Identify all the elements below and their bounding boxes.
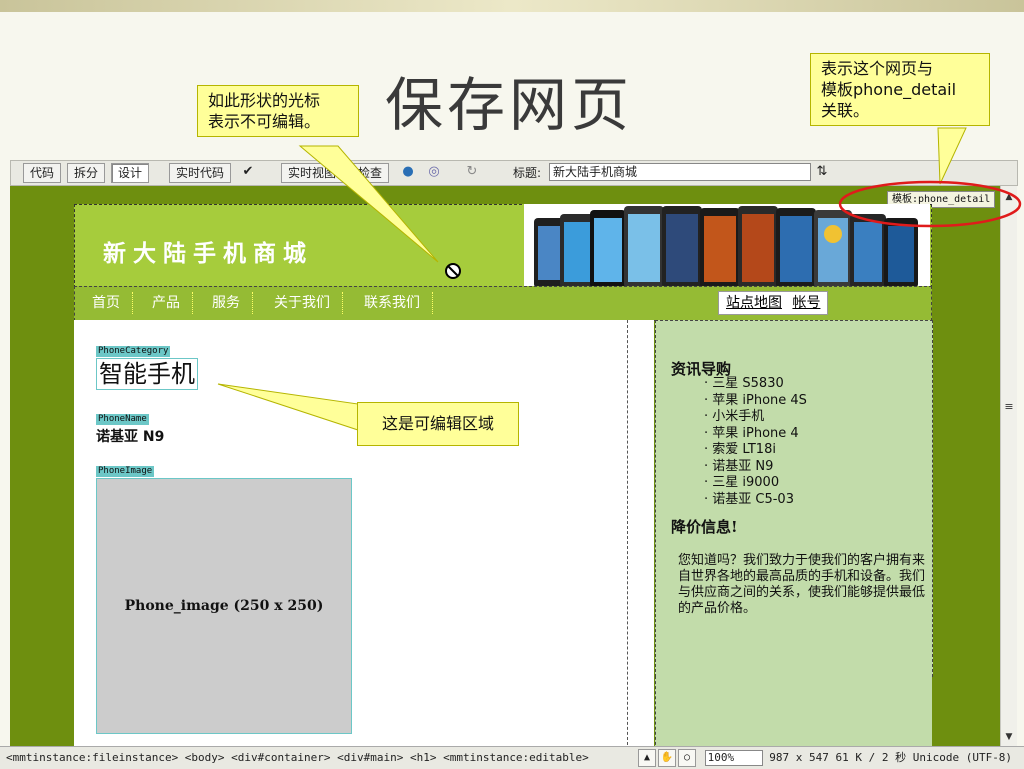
news-item[interactable]: 诺基亚 N9 bbox=[704, 459, 807, 476]
category-heading[interactable]: 智能手机 bbox=[96, 358, 198, 390]
nav-item-home[interactable]: 首页 bbox=[80, 292, 133, 314]
news-item[interactable]: 索爱 LT18i bbox=[704, 442, 807, 459]
price-text: 您知道吗？我们致力于使我们的客户拥有来自世界各地的最高品质的手机和设备。我们与供… bbox=[678, 553, 926, 616]
pointer-tool-icon[interactable]: ▲ bbox=[638, 749, 656, 767]
news-item[interactable]: 小米手机 bbox=[704, 409, 807, 426]
tag-selector[interactable]: <mmtinstance:fileinstance> <body> <div#c… bbox=[6, 751, 589, 764]
sidebar-lower bbox=[655, 676, 932, 750]
not-allowed-cursor-icon bbox=[445, 263, 461, 279]
encoding: Unicode (UTF-8) bbox=[912, 751, 1013, 764]
region-tag-image: PhoneImage bbox=[96, 466, 155, 477]
inspect-button[interactable]: 检查 bbox=[351, 163, 390, 183]
price-heading: 降价信息! bbox=[671, 518, 738, 536]
region-tag-category: PhoneCategory bbox=[96, 346, 171, 357]
split-view-button[interactable]: 拆分 bbox=[67, 163, 106, 183]
nav-utility-links: 站点地图 帐号 bbox=[718, 291, 829, 315]
callout-editable: 这是可编辑区域 bbox=[357, 402, 519, 446]
status-tools: ▲ ✋ ○ 100% 987 x 547 61 K / 2 秒 Unicode (U… bbox=[638, 749, 1012, 767]
hand-tool-icon[interactable]: ✋ bbox=[658, 749, 676, 767]
window-size[interactable]: 987 x 547 bbox=[769, 751, 829, 764]
site-logo: 新大陆手机商城 bbox=[103, 240, 313, 267]
callout-template: 表示这个网页与 模板phone_detail 关联。 bbox=[810, 53, 990, 126]
design-view-button[interactable]: 设计 bbox=[111, 163, 150, 183]
phones-banner bbox=[524, 204, 930, 286]
title-input[interactable]: 新大陆手机商城 bbox=[549, 163, 811, 181]
file-size: 61 K / 2 秒 bbox=[835, 751, 907, 764]
scroll-down-icon[interactable]: ▼ bbox=[1001, 730, 1017, 744]
vertical-scrollbar[interactable]: ▲ ≡ ▼ bbox=[1000, 186, 1017, 746]
nav-item-services[interactable]: 服务 bbox=[200, 292, 253, 314]
check-icon[interactable]: ✔ bbox=[239, 163, 257, 181]
news-item[interactable]: 诺基亚 C5-03 bbox=[704, 492, 807, 509]
callout-cursor: 如此形状的光标 表示不可编辑。 bbox=[197, 85, 359, 137]
nav-item-about[interactable]: 关于我们 bbox=[262, 292, 343, 314]
main-divider bbox=[627, 320, 628, 750]
globe-icon[interactable]: ● bbox=[399, 163, 417, 181]
news-item[interactable]: 三星 S5830 bbox=[704, 376, 807, 393]
visual-aids-icon[interactable]: ◎ bbox=[425, 163, 443, 181]
file-manage-icon[interactable]: ⇅ bbox=[813, 163, 831, 181]
nav-item-products[interactable]: 产品 bbox=[140, 292, 193, 314]
news-item[interactable]: 三星 i9000 bbox=[704, 475, 807, 492]
code-view-button[interactable]: 代码 bbox=[23, 163, 62, 183]
region-tag-name: PhoneName bbox=[96, 414, 149, 425]
news-list: 三星 S5830 苹果 iPhone 4S 小米手机 苹果 iPhone 4 索… bbox=[704, 376, 807, 508]
news-item[interactable]: 苹果 iPhone 4S bbox=[704, 393, 807, 410]
scroll-up-icon[interactable]: ▲ bbox=[1001, 190, 1017, 204]
sitemap-link[interactable]: 站点地图 bbox=[726, 295, 782, 311]
zoom-tool-icon[interactable]: ○ bbox=[678, 749, 696, 767]
live-code-button[interactable]: 实时代码 bbox=[169, 163, 232, 183]
scroll-grip-icon[interactable]: ≡ bbox=[1001, 400, 1017, 414]
title-label: 标题: bbox=[513, 166, 542, 180]
account-link[interactable]: 帐号 bbox=[792, 295, 820, 311]
callout-template-line3: 关联。 bbox=[821, 101, 870, 120]
live-view-button[interactable]: 实时视图 bbox=[281, 163, 344, 183]
zoom-select[interactable]: 100% bbox=[704, 750, 763, 766]
callout-cursor-line1: 如此形状的光标 bbox=[208, 91, 321, 110]
callout-template-line1: 表示这个网页与 bbox=[821, 59, 934, 78]
phone-image-label: Phone_image (250 x 250) bbox=[124, 598, 324, 614]
nav-item-contact[interactable]: 联系我们 bbox=[352, 292, 433, 314]
refresh-icon[interactable]: ↻ bbox=[463, 163, 481, 181]
slide-top-strip bbox=[0, 0, 1024, 12]
callout-cursor-line2: 表示不可编辑。 bbox=[208, 112, 321, 131]
column-gap bbox=[629, 320, 654, 750]
news-item[interactable]: 苹果 iPhone 4 bbox=[704, 426, 807, 443]
status-bar: <mmtinstance:fileinstance> <body> <div#c… bbox=[0, 746, 1024, 769]
phone-name[interactable]: 诺基亚 N9 bbox=[96, 426, 164, 446]
callout-template-line2: 模板phone_detail bbox=[821, 80, 957, 99]
document-toolbar: 代码 拆分 设计 实时代码 ✔ 实时视图 检查 ● ◎ ↻ 标题: 新大陆手机商… bbox=[10, 160, 1018, 186]
slide-title: 保存网页 bbox=[385, 71, 634, 139]
